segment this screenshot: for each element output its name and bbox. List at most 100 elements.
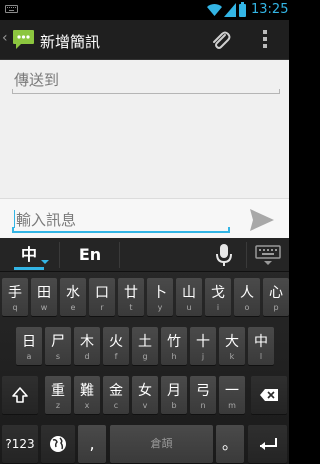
key-sub-label: f [114, 352, 118, 361]
divider [246, 242, 247, 268]
key-n[interactable]: 弓n [190, 376, 216, 414]
microphone-icon[interactable] [213, 243, 235, 267]
status-bar: 13:25 [0, 0, 289, 20]
keyboard-switch-icon[interactable] [254, 244, 282, 266]
shift-icon [12, 387, 28, 403]
key-j[interactable]: 十j [190, 327, 216, 365]
key-r[interactable]: 口r [89, 278, 115, 316]
keyboard-icon [5, 5, 18, 13]
key-i[interactable]: 戈i [205, 278, 231, 316]
backspace-key[interactable] [251, 376, 287, 414]
ime-bar: 中 En [0, 238, 289, 272]
key-z[interactable]: 重z [45, 376, 71, 414]
key-label: 。 [221, 434, 238, 453]
key-q[interactable]: 手q [2, 278, 28, 316]
key-c[interactable]: 金c [103, 376, 129, 414]
back-chevron-icon[interactable]: ‹ [2, 30, 8, 46]
key-x[interactable]: 難x [74, 376, 100, 414]
key-sub-label: c [113, 401, 119, 410]
recipient-field[interactable]: 傳送到 [12, 68, 280, 94]
key-sub-label: t [129, 303, 133, 312]
tab-chinese[interactable]: 中 [0, 238, 58, 272]
compose-area: 傳送到 輸入訊息 [0, 60, 289, 238]
key-d[interactable]: 木d [74, 327, 100, 365]
page-title: 新增簡訊 [40, 33, 101, 51]
key-sub-label: l [259, 352, 263, 361]
messaging-app-icon[interactable] [12, 29, 35, 50]
key-h[interactable]: 竹h [161, 327, 187, 365]
key-a[interactable]: 日a [16, 327, 42, 365]
language-key[interactable] [41, 425, 75, 463]
key-sub-label: d [84, 352, 90, 361]
key-t[interactable]: 廿t [118, 278, 144, 316]
key-sub-label: j [201, 352, 205, 361]
key-label: ?123 [5, 437, 35, 451]
key-sub-label: m [228, 401, 236, 410]
battery-icon [239, 2, 246, 17]
enter-key[interactable] [248, 425, 287, 463]
key-sub-label: z [55, 401, 61, 410]
key-sub-label: a [26, 352, 32, 361]
message-placeholder: 輸入訊息 [16, 211, 77, 229]
key-b[interactable]: 月b [161, 376, 187, 414]
key-sub-label: n [200, 401, 206, 410]
key-main-label: 戈 [211, 285, 225, 301]
key-v[interactable]: 女v [132, 376, 158, 414]
key-sub-label: k [229, 352, 235, 361]
key-sub-label: h [171, 352, 177, 361]
key-sub-label: y [157, 303, 163, 312]
key-main-label: 人 [240, 285, 254, 301]
symbols-key[interactable]: ?123 [2, 425, 38, 463]
key-sub-label: s [55, 352, 61, 361]
key-main-label: 弓 [196, 383, 210, 399]
shift-key[interactable] [2, 376, 38, 414]
tab-english[interactable]: En [62, 238, 118, 272]
overflow-menu-icon[interactable] [262, 30, 268, 50]
space-key[interactable]: 倉頡 [110, 425, 213, 463]
key-main-label: 火 [109, 334, 123, 350]
message-input[interactable]: 輸入訊息 [12, 207, 230, 233]
key-w[interactable]: 田w [31, 278, 57, 316]
globe-icon [50, 436, 66, 452]
key-sub-label: u [186, 303, 192, 312]
key-sub-label: o [244, 303, 250, 312]
enter-icon [260, 438, 277, 450]
key-main-label: 心 [269, 285, 283, 301]
period-key[interactable]: 。 [216, 425, 244, 463]
key-p[interactable]: 心p [263, 278, 289, 316]
key-main-label: 難 [80, 383, 94, 399]
key-k[interactable]: 大k [219, 327, 245, 365]
key-m[interactable]: 一m [219, 376, 245, 414]
send-icon[interactable] [248, 207, 276, 233]
key-sub-label: g [142, 352, 148, 361]
key-main-label: 一 [225, 383, 239, 399]
key-main-label: 日 [22, 334, 36, 350]
backspace-icon [260, 389, 278, 401]
key-g[interactable]: 土g [132, 327, 158, 365]
key-u[interactable]: 山u [176, 278, 202, 316]
key-e[interactable]: 水e [60, 278, 86, 316]
key-main-label: 女 [138, 383, 152, 399]
action-bar: ‹ 新增簡訊 [0, 20, 289, 60]
key-main-label: 手 [8, 285, 22, 301]
key-l[interactable]: 中l [248, 327, 274, 365]
key-main-label: 水 [66, 285, 80, 301]
key-y[interactable]: 卜y [147, 278, 173, 316]
key-main-label: 重 [51, 383, 65, 399]
key-s[interactable]: 尸s [45, 327, 71, 365]
key-f[interactable]: 火f [103, 327, 129, 365]
key-main-label: 十 [196, 334, 210, 350]
key-main-label: 卜 [153, 285, 167, 301]
key-sub-label: v [142, 401, 148, 410]
key-main-label: 田 [37, 285, 51, 301]
key-sub-label: b [171, 401, 177, 410]
comma-key[interactable]: , [78, 425, 106, 463]
tab-chinese-label: 中 [20, 245, 37, 264]
attach-icon[interactable] [208, 28, 232, 52]
tab-indicator [14, 267, 44, 270]
divider [59, 242, 60, 268]
key-main-label: 中 [254, 334, 268, 350]
keyboard: 中 En 手q田w水e口r廿t卜y山u戈i人o心p日a尸s木d火f土g竹h十j大… [0, 238, 289, 464]
key-main-label: 廿 [124, 285, 138, 301]
key-o[interactable]: 人o [234, 278, 260, 316]
